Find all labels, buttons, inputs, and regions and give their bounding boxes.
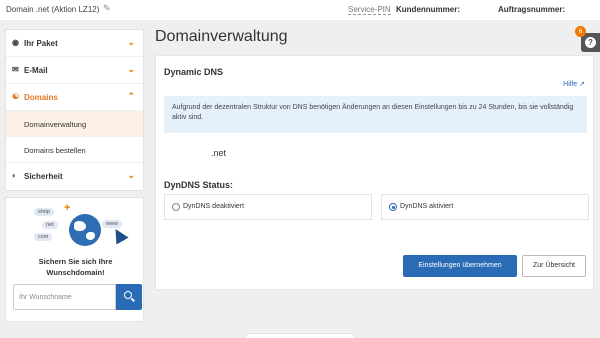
sidebar-subitem-label: Domainverwaltung <box>24 120 87 129</box>
sidebar-subitem-domainverwaltung[interactable]: Domainverwaltung <box>6 111 143 137</box>
chevron-up-icon: ⌃ <box>127 91 135 101</box>
panel-title: Dynamic DNS <box>164 67 224 77</box>
sidebar-item-label: Domains <box>24 93 58 102</box>
sidebar-subitem-label: Domains bestellen <box>24 146 86 155</box>
top-bar: Domain .net (Aktion LZ12) ✎ Service-PIN … <box>0 0 600 20</box>
package-icon: ◉ <box>12 38 19 47</box>
sidebar-item-label: Sicherheit <box>24 172 63 181</box>
sidebar-nav: ◉ Ihr Paket ⌄ ✉ E-Mail ⌄ ☯ Domains ⌃ Dom… <box>5 29 144 191</box>
sidebar-item-label: E-Mail <box>24 66 48 75</box>
promo-text-line: Sichern Sie sich Ihre <box>38 257 113 266</box>
radio-button-selected[interactable] <box>389 203 397 211</box>
current-domain-label: Domain .net (Aktion LZ12) <box>6 5 100 14</box>
tag-bubble: com <box>34 233 53 241</box>
question-icon: ? <box>585 37 596 48</box>
radio-dyndns-off[interactable]: DynDNS deaktiviert <box>164 194 372 220</box>
domain-name: .net <box>211 148 227 158</box>
dyndns-panel: Dynamic DNS Hilfe ↗ Aufgrund der dezentr… <box>155 55 594 290</box>
sidebar-item-package[interactable]: ◉ Ihr Paket ⌄ <box>6 30 143 57</box>
plus-icon: + <box>64 202 71 214</box>
radio-label: DynDNS deaktiviert <box>183 203 245 210</box>
page-title: Domainverwaltung <box>155 28 288 45</box>
domain-promo-box: shop net com www + Sichern Sie sich Ihre… <box>5 197 144 322</box>
cursor-icon <box>109 225 129 245</box>
bottom-tab[interactable] <box>245 333 355 338</box>
sidebar-item-label: Ihr Paket <box>24 39 58 48</box>
sidebar-item-security[interactable]: ◐ Sicherheit ⌄ <box>6 163 143 190</box>
radio-dyndns-on[interactable]: DynDNS aktiviert <box>381 194 589 220</box>
domain-search-button[interactable] <box>116 284 142 310</box>
sidebar-subitem-domains-bestellen[interactable]: Domains bestellen <box>6 137 143 163</box>
domain-search-input[interactable]: Ihr Wunschname <box>13 284 116 310</box>
help-link-label: Hilfe <box>563 81 578 88</box>
radio-label: DynDNS aktiviert <box>400 203 454 210</box>
edit-pencil-icon[interactable]: ✎ <box>103 3 111 14</box>
mail-icon: ✉ <box>12 65 19 74</box>
promo-text-line: Wunschdomain! <box>46 268 105 277</box>
chevron-down-icon: ⌄ <box>127 37 135 47</box>
back-to-overview-button[interactable]: Zur Übersicht <box>522 255 586 277</box>
help-link[interactable]: Hilfe ↗ <box>563 80 585 88</box>
chevron-down-icon: ⌄ <box>127 64 135 74</box>
info-notice: Aufgrund der dezentralen Struktur von DN… <box>164 96 587 133</box>
apply-settings-button[interactable]: Einstellungen übernehmen <box>403 255 517 277</box>
customer-number-label: Kundennummer: <box>396 5 460 14</box>
radio-button[interactable] <box>172 203 180 211</box>
notification-badge: 6 <box>575 26 586 37</box>
help-widget[interactable]: 6 ? <box>575 26 600 52</box>
order-number-label: Auftragsnummer: <box>498 5 566 14</box>
status-title: DynDNS Status: <box>164 180 234 190</box>
globe-icon: ☯ <box>12 92 20 101</box>
shield-icon: ◐ <box>12 171 17 180</box>
service-pin-link[interactable]: Service-PIN <box>348 5 391 15</box>
chevron-down-icon: ⌄ <box>127 170 135 180</box>
tag-bubble: shop <box>34 208 54 216</box>
external-link-icon: ↗ <box>579 81 585 88</box>
sidebar-item-email[interactable]: ✉ E-Mail ⌄ <box>6 57 143 84</box>
tag-bubble: net <box>42 221 58 229</box>
promo-text: Sichern Sie sich Ihre Wunschdomain! <box>6 256 145 278</box>
sidebar-item-domains[interactable]: ☯ Domains ⌃ <box>6 84 143 111</box>
globe-illustration <box>69 214 101 246</box>
